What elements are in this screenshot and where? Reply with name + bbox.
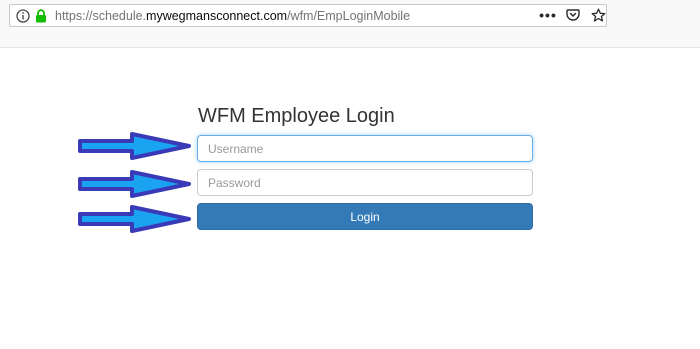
arrow-icon-login	[78, 205, 191, 233]
password-input[interactable]: Password	[197, 169, 533, 196]
url-domain: mywegmansconnect.com	[146, 8, 288, 23]
lock-icon[interactable]	[33, 8, 49, 24]
url-path: /wfm/EmpLoginMobile	[287, 8, 411, 23]
page-content: WFM Employee Login Username Password Log…	[0, 48, 700, 349]
more-actions-icon[interactable]: •••	[539, 7, 556, 23]
username-input[interactable]: Username	[197, 135, 533, 162]
url-text[interactable]: https://schedule.mywegmansconnect.com/wf…	[55, 9, 410, 23]
password-placeholder: Password	[208, 175, 261, 190]
page-title: WFM Employee Login	[198, 105, 395, 127]
browser-toolbar: https://schedule.mywegmansconnect.com/wf…	[0, 0, 700, 48]
url-prefix: https://schedule.	[55, 8, 147, 23]
address-bar[interactable]: https://schedule.mywegmansconnect.com/wf…	[9, 4, 607, 27]
pocket-icon[interactable]	[565, 7, 581, 23]
bookmark-star-icon[interactable]	[590, 7, 606, 23]
info-icon[interactable]	[15, 8, 31, 24]
arrow-icon-username	[78, 132, 191, 160]
username-placeholder: Username	[208, 141, 264, 156]
login-button[interactable]: Login	[197, 203, 533, 230]
arrow-icon-password	[78, 170, 191, 198]
